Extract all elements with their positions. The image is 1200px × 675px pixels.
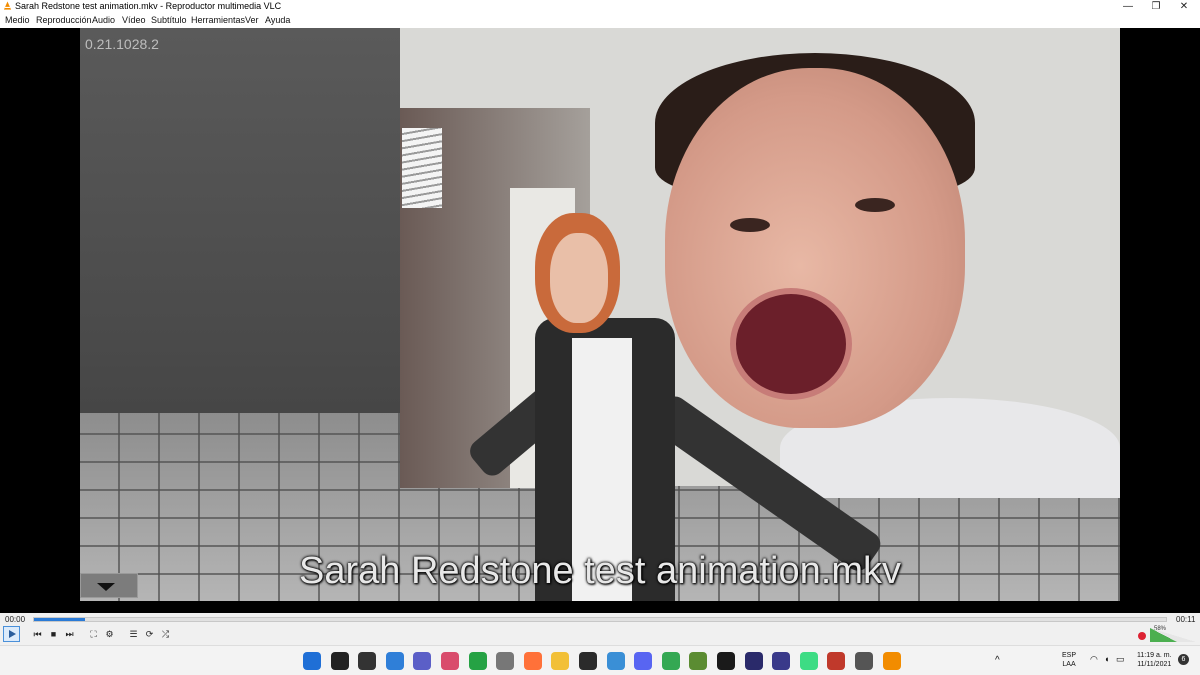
close-button[interactable]: ✕ [1170, 0, 1198, 13]
seek-bar-row: 00:00 00:11 [0, 613, 1200, 625]
explorer-icon[interactable] [551, 652, 570, 670]
discord-icon[interactable] [634, 652, 653, 670]
loop-button[interactable]: ⟳ [143, 628, 156, 641]
menu-herramientas[interactable]: Herramientas [191, 15, 245, 26]
random-button[interactable]: ⤮ [159, 628, 172, 641]
menu-reproduccion[interactable]: Reproducción [36, 15, 92, 26]
firefox-icon[interactable] [523, 652, 542, 670]
extended-settings-button[interactable]: ⚙ [103, 628, 116, 641]
subtitle-text: Sarah Redstone test animation.mkv [299, 550, 901, 592]
obs-icon[interactable] [579, 652, 597, 670]
clock[interactable]: 11:19 a. m. 11/11/2021 [1137, 651, 1172, 669]
vlc-icon [3, 1, 12, 10]
menu-subtitulo[interactable]: Subtítulo [151, 15, 187, 26]
chrome-icon[interactable] [661, 652, 680, 670]
menu-medio[interactable]: Medio [5, 15, 30, 26]
minecraft-icon[interactable] [689, 652, 708, 670]
seek-slider[interactable] [33, 617, 1167, 622]
clip-icon[interactable] [744, 652, 763, 670]
wifi-icon[interactable]: ◠ [1090, 655, 1098, 664]
seek-progress [34, 618, 85, 621]
notepad-icon[interactable] [606, 652, 625, 670]
input-language[interactable]: ESP LAA [1062, 651, 1076, 669]
android-icon[interactable] [799, 652, 818, 670]
widgets-icon[interactable] [385, 652, 404, 670]
play-button[interactable] [3, 626, 20, 642]
taskbar: ^ ESP LAA ◠ ◖ ▭ 11:19 a. m. 11/11/2021 6 [0, 645, 1200, 675]
menu-video[interactable]: Vídeo [122, 15, 146, 26]
play-icon [9, 630, 16, 638]
next-button[interactable]: ⏭ [63, 628, 76, 641]
menu-ayuda[interactable]: Ayuda [265, 15, 290, 26]
menu-audio[interactable]: Audio [92, 15, 115, 26]
elapsed-time: 00:00 [5, 615, 26, 624]
window-title: Sarah Redstone test animation.mkv - Repr… [15, 1, 282, 11]
video-frame [80, 28, 1120, 601]
task-view-icon[interactable] [358, 652, 377, 670]
volume-slider[interactable] [1150, 628, 1196, 642]
playlist-toggle-button[interactable] [80, 573, 138, 598]
version-overlay: 0.21.1028.2 [85, 36, 159, 52]
control-bar: ⏮ ■ ⏭ ⛶ ⚙ ☰ ⟳ ⤮ [0, 625, 1200, 645]
notification-badge[interactable]: 6 [1178, 654, 1189, 665]
title-bar: Sarah Redstone test animation.mkv - Repr… [0, 0, 1200, 13]
fullscreen-button[interactable]: ⛶ [87, 628, 100, 641]
chat-icon[interactable] [413, 652, 432, 670]
start-icon[interactable] [303, 652, 321, 670]
speaker-icon[interactable]: ◖ [1104, 655, 1109, 664]
restore-button[interactable]: ❐ [1142, 0, 1170, 13]
puzzle-icon[interactable] [827, 652, 846, 670]
battery-icon[interactable]: ▭ [1116, 655, 1125, 664]
volume-level [1150, 628, 1177, 642]
chevron-up-icon[interactable]: ^ [995, 656, 1000, 666]
menu-bar: Medio Reproducción Audio Vídeo Subtítulo… [0, 13, 1200, 28]
chevron-down-icon [97, 583, 115, 591]
playlist-button[interactable]: ☰ [127, 628, 140, 641]
whatsapp-icon[interactable] [468, 652, 487, 670]
previous-button[interactable]: ⏮ [31, 628, 44, 641]
total-time: 00:11 [1176, 615, 1196, 624]
epic-icon[interactable] [717, 652, 735, 670]
mouse-icon[interactable] [496, 652, 515, 670]
minimize-button[interactable]: — [1114, 0, 1142, 13]
box-icon[interactable] [855, 652, 873, 670]
snip-icon[interactable] [441, 652, 459, 670]
stop-button[interactable]: ■ [47, 628, 60, 641]
menu-ver[interactable]: Ver [245, 15, 259, 26]
video-area[interactable]: 0.21.1028.2 Sarah Redstone test animatio… [0, 28, 1200, 613]
vlc-icon[interactable] [882, 652, 901, 670]
blender-icon[interactable] [772, 652, 791, 670]
mute-icon[interactable] [1138, 632, 1146, 640]
search-icon[interactable] [330, 652, 349, 670]
